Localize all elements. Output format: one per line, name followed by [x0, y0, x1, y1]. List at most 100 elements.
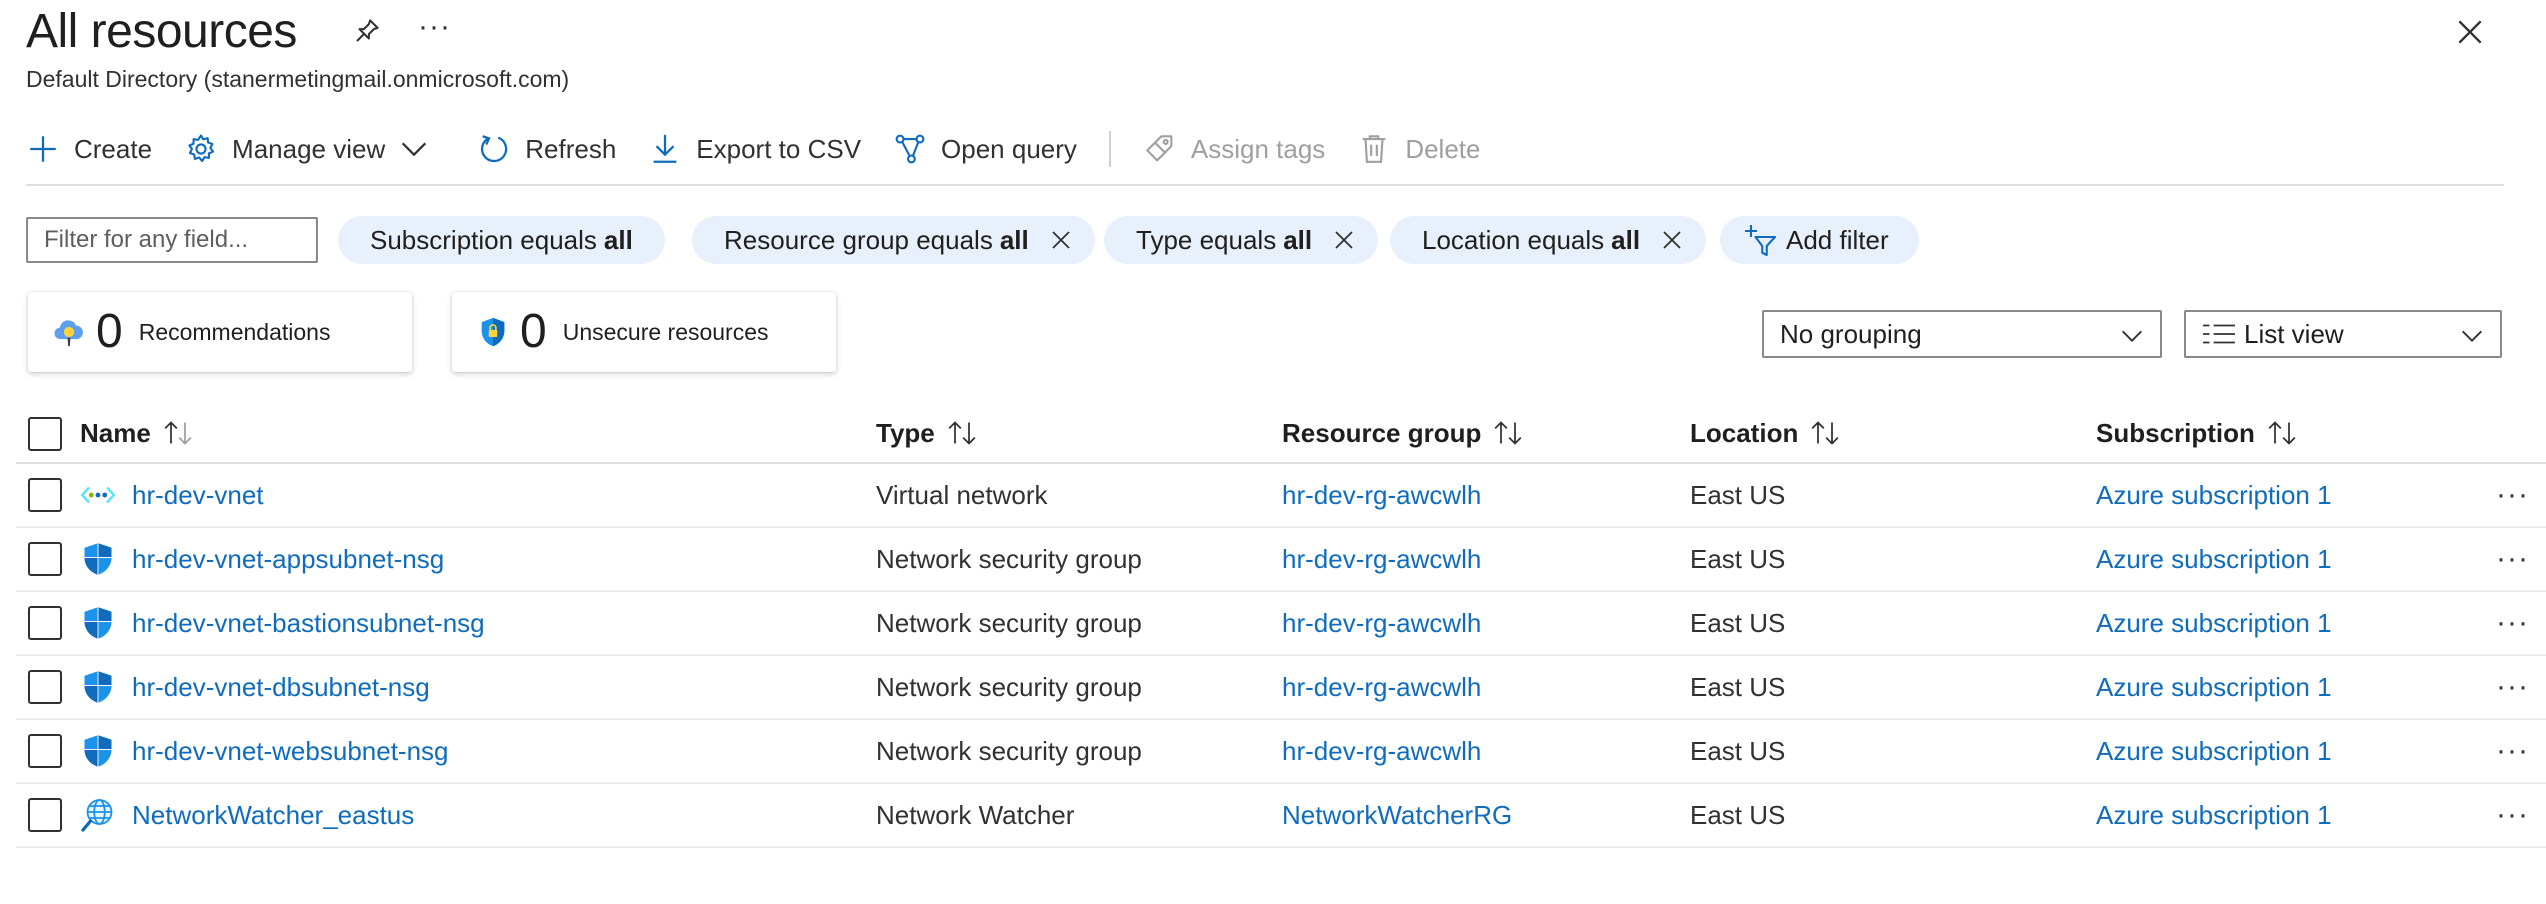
grouping-dropdown[interactable]: No grouping [1762, 310, 2162, 358]
resource-group-link[interactable]: hr-dev-rg-awcwlh [1282, 464, 1481, 526]
resource-type: Network security group [876, 543, 1142, 574]
column-header-name[interactable]: Name [80, 404, 195, 462]
subscription-link[interactable]: Azure subscription 1 [2096, 784, 2332, 846]
refresh-button[interactable]: Refresh [477, 126, 616, 172]
tag-icon [1146, 135, 1173, 162]
unsecure-count: 0 [520, 305, 547, 358]
resource-location: East US [1690, 543, 1786, 574]
resource-group-filter-pill[interactable]: Resource group equals all [692, 216, 1095, 264]
gear-icon [188, 134, 215, 163]
subscription-link[interactable]: Azure subscription 1 [2096, 528, 2332, 590]
resource-name-cell: hr-dev-vnet-dbsubnet-nsg [80, 656, 430, 718]
subscription-link[interactable]: Azure subscription 1 [2096, 464, 2332, 526]
open-query-button[interactable]: Open query [893, 126, 1077, 172]
chevron-down-icon [2122, 330, 2142, 342]
column-header-type[interactable]: Type [876, 404, 979, 462]
plus-icon [30, 136, 56, 162]
resource-name-link[interactable]: hr-dev-vnet [132, 480, 264, 511]
resource-group-link[interactable]: hr-dev-rg-awcwlh [1282, 592, 1481, 654]
sort-icon [164, 421, 192, 445]
row-checkbox[interactable] [28, 606, 62, 640]
subscription-filter-pill[interactable]: Subscription equals all [338, 216, 665, 264]
location-filter-pill[interactable]: Location equals all [1390, 216, 1707, 264]
resource-name-link[interactable]: hr-dev-vnet-websubnet-nsg [132, 736, 449, 767]
resource-location: East US [1690, 671, 1786, 702]
resource-group-link[interactable]: NetworkWatcherRG [1282, 784, 1512, 846]
table-row[interactable]: NetworkWatcher_eastus Network Watcher Ne… [16, 784, 2546, 848]
row-more-icon[interactable]: ··· [2496, 528, 2529, 590]
recommendations-count: 0 [96, 305, 123, 358]
resources-table: Name Type Resource group Location Subscr… [16, 404, 2546, 848]
type-filter-pill[interactable]: Type equals all [1104, 216, 1379, 264]
column-header-resource-group[interactable]: Resource group [1282, 404, 1525, 462]
sort-icon [948, 421, 976, 445]
close-icon[interactable] [2454, 16, 2486, 48]
row-more-icon[interactable]: ··· [2496, 656, 2529, 718]
resource-location: East US [1690, 735, 1786, 766]
export-csv-button[interactable]: Export to CSV [648, 126, 861, 172]
row-checkbox[interactable] [28, 670, 62, 704]
filter-input[interactable] [26, 217, 318, 263]
select-all-checkbox[interactable] [28, 417, 62, 451]
assign-tags-button[interactable]: Assign tags [1143, 126, 1325, 172]
nsg-shield-icon [84, 671, 112, 703]
resource-name-link[interactable]: hr-dev-vnet-appsubnet-nsg [132, 544, 444, 575]
resource-location: East US [1690, 607, 1786, 638]
sort-icon [1494, 421, 1522, 445]
add-filter-icon [1745, 225, 1777, 257]
delete-button[interactable]: Delete [1357, 126, 1480, 172]
more-options-icon[interactable]: ··· [418, 10, 451, 44]
remove-filter-icon[interactable] [1049, 228, 1073, 252]
resource-location: East US [1690, 479, 1786, 510]
row-more-icon[interactable]: ··· [2496, 784, 2529, 846]
trash-icon [1362, 135, 1386, 163]
chevron-down-icon [2462, 330, 2482, 342]
resource-name-cell: NetworkWatcher_eastus [80, 784, 414, 846]
row-checkbox[interactable] [28, 478, 62, 512]
table-row[interactable]: hr-dev-vnet-bastionsubnet-nsg Network se… [16, 592, 2546, 656]
nsg-shield-icon [84, 607, 112, 639]
table-row[interactable]: hr-dev-vnet-websubnet-nsg Network securi… [16, 720, 2546, 784]
column-header-subscription[interactable]: Subscription [2096, 404, 2299, 462]
pin-icon[interactable] [352, 16, 382, 46]
add-filter-button[interactable]: Add filter [1720, 216, 1919, 264]
subscription-link[interactable]: Azure subscription 1 [2096, 720, 2332, 782]
command-bar: Create Manage view Refresh Export to CSV… [26, 126, 2506, 172]
query-graph-icon [895, 134, 925, 164]
resource-name-cell: hr-dev-vnet [80, 464, 264, 526]
resource-name-link[interactable]: hr-dev-vnet-dbsubnet-nsg [132, 672, 430, 703]
resource-group-link[interactable]: hr-dev-rg-awcwlh [1282, 528, 1481, 590]
row-checkbox[interactable] [28, 542, 62, 576]
row-more-icon[interactable]: ··· [2496, 592, 2529, 654]
view-dropdown[interactable]: List view [2184, 310, 2502, 358]
nsg-shield-icon [84, 543, 112, 575]
advisor-cloud-icon [54, 320, 83, 347]
resource-type: Virtual network [876, 479, 1048, 510]
subscription-link[interactable]: Azure subscription 1 [2096, 592, 2332, 654]
resource-group-link[interactable]: hr-dev-rg-awcwlh [1282, 656, 1481, 718]
row-more-icon[interactable]: ··· [2496, 720, 2529, 782]
table-header: Name Type Resource group Location Subscr… [16, 404, 2546, 464]
subscription-link[interactable]: Azure subscription 1 [2096, 656, 2332, 718]
resource-name-cell: hr-dev-vnet-bastionsubnet-nsg [80, 592, 485, 654]
row-checkbox[interactable] [28, 734, 62, 768]
resource-name-link[interactable]: hr-dev-vnet-bastionsubnet-nsg [132, 608, 485, 639]
manage-view-button[interactable]: Manage view [184, 126, 445, 172]
resource-group-link[interactable]: hr-dev-rg-awcwlh [1282, 720, 1481, 782]
create-button[interactable]: Create [26, 126, 152, 172]
resource-location: East US [1690, 799, 1786, 830]
recommendations-card[interactable]: 0 Recommendations [28, 292, 412, 372]
column-header-location[interactable]: Location [1690, 404, 1842, 462]
recommendations-label: Recommendations [138, 318, 331, 345]
row-more-icon[interactable]: ··· [2496, 464, 2529, 526]
unsecure-resources-card[interactable]: 0 Unsecure resources [452, 292, 836, 372]
vnet-icon [80, 486, 116, 504]
resource-name-link[interactable]: NetworkWatcher_eastus [132, 800, 414, 831]
chevron-down-icon [402, 142, 427, 157]
table-row[interactable]: hr-dev-vnet-appsubnet-nsg Network securi… [16, 528, 2546, 592]
table-row[interactable]: hr-dev-vnet-dbsubnet-nsg Network securit… [16, 656, 2546, 720]
row-checkbox[interactable] [28, 798, 62, 832]
remove-filter-icon[interactable] [1660, 228, 1684, 252]
table-row[interactable]: hr-dev-vnet Virtual network hr-dev-rg-aw… [16, 464, 2546, 528]
remove-filter-icon[interactable] [1332, 228, 1356, 252]
